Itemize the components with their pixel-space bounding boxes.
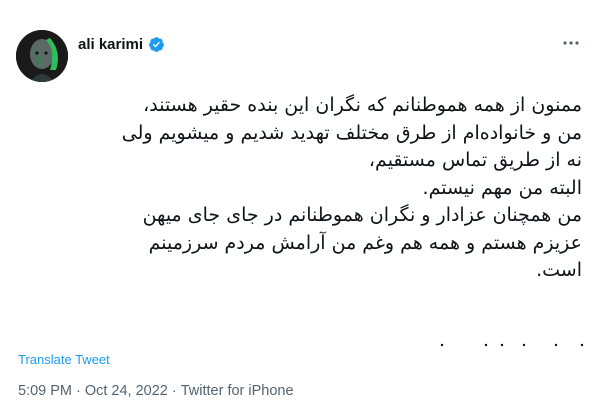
tweet-header: ali karimi (16, 30, 584, 84)
tweet-line: است. (536, 259, 582, 281)
tweet-line: البته من مهم نیستم. (422, 176, 582, 199)
text-artifact-dots (440, 343, 584, 347)
tweet-date[interactable]: Oct 24, 2022 (85, 383, 168, 399)
tweet-text: ممنون از همه هموطنانم که نگران این بنده … (22, 92, 582, 285)
author-row: ali karimi (78, 36, 165, 53)
more-options-icon[interactable] (560, 32, 582, 54)
tweet-time[interactable]: 5:09 PM (18, 383, 72, 399)
meta-separator: · (76, 383, 81, 399)
tweet-line: ممنون از همه هموطنانم که نگران این بنده … (143, 94, 582, 116)
tweet-line: نه از طریق تماس مستقیم، (368, 149, 582, 171)
avatar-image (16, 30, 68, 82)
author-name[interactable]: ali karimi (78, 36, 143, 53)
meta-separator: · (171, 383, 177, 399)
tweet-source[interactable]: Twitter for iPhone (181, 383, 294, 399)
tweet-metadata: 5:09 PM · Oct 24, 2022 · Twitter for iPh… (18, 383, 294, 399)
avatar[interactable] (16, 30, 68, 82)
translate-tweet-link[interactable]: Translate Tweet (18, 352, 110, 367)
verified-badge-icon (149, 37, 164, 52)
tweet-line: من و خانواده‌ام از طرق مختلف تهدید شدیم … (121, 121, 582, 144)
tweet-line: من همچنان عزادار و نگران هموطنانم در جای… (142, 204, 582, 226)
tweet-line: عزیزم هستم و همه هم وغم من آرامش مردم سر… (148, 231, 582, 254)
